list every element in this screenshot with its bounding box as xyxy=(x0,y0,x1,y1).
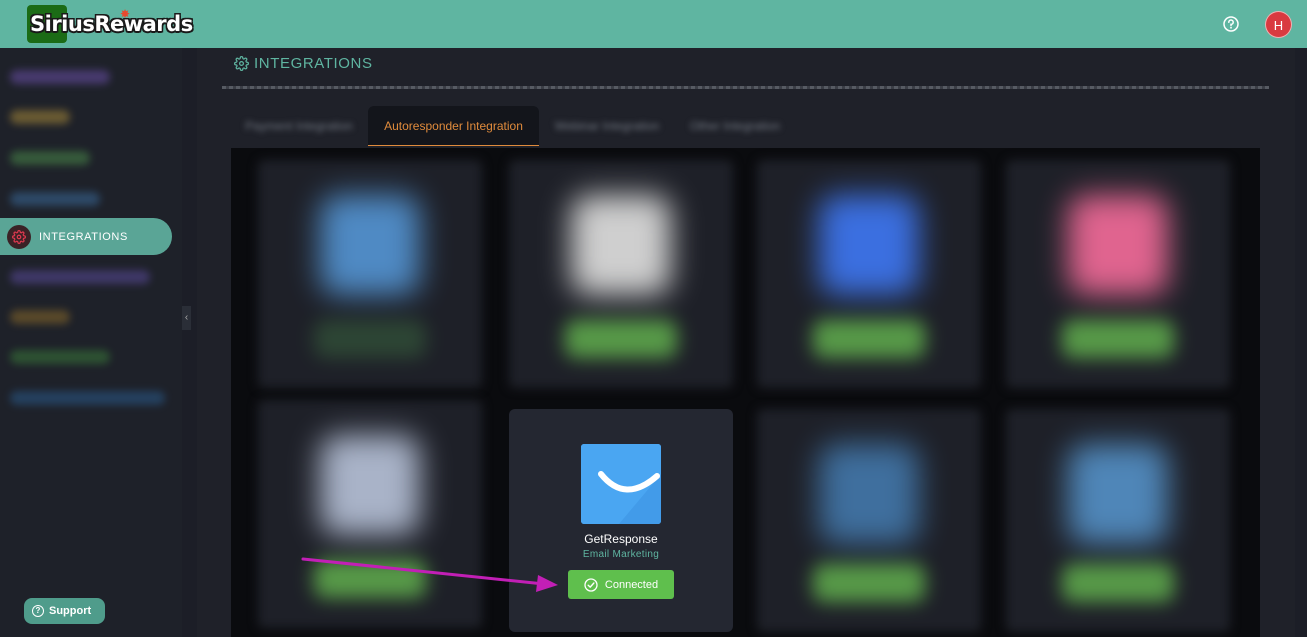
integration-logo xyxy=(1068,444,1168,544)
app-logo[interactable]: SiriusRewards ✸ xyxy=(27,5,193,43)
integration-button xyxy=(813,564,925,602)
tab-other[interactable]: Other Integration xyxy=(680,106,790,146)
page-title-text: INTEGRATIONS xyxy=(254,55,373,72)
integration-card-blurred[interactable] xyxy=(757,409,981,632)
sidebar: INTEGRATIONS ? Support xyxy=(0,48,182,637)
support-label: Support xyxy=(49,605,92,617)
integration-logo xyxy=(1068,195,1168,295)
integration-button xyxy=(813,320,925,358)
sidebar-item-blurred[interactable] xyxy=(10,70,110,84)
sidebar-item-blurred[interactable] xyxy=(10,151,90,165)
help-icon[interactable] xyxy=(1222,15,1240,33)
gear-icon xyxy=(234,56,249,71)
tab-payment[interactable]: Payment Integration xyxy=(236,106,362,146)
annotation-arrow xyxy=(301,557,558,592)
user-avatar[interactable]: H xyxy=(1265,11,1292,38)
sidebar-item-blurred[interactable] xyxy=(10,110,70,124)
tab-webinar[interactable]: Webinar Integration xyxy=(546,106,668,146)
integration-card-getresponse[interactable]: GetResponse Email Marketing Connected xyxy=(509,409,733,632)
integration-button xyxy=(1062,564,1174,602)
sidebar-item-blurred[interactable] xyxy=(10,270,150,284)
help-icon: ? xyxy=(32,605,44,617)
sidebar-item-blurred[interactable] xyxy=(10,350,110,364)
check-circle-icon xyxy=(584,577,598,592)
integration-card-blurred[interactable] xyxy=(258,400,482,628)
connected-label: Connected xyxy=(604,578,659,591)
integration-logo xyxy=(819,444,919,544)
integration-logo xyxy=(819,195,919,295)
logo-star-icon: ✸ xyxy=(120,7,131,21)
top-bar: SiriusRewards ✸ H xyxy=(0,0,1307,48)
integration-name: GetResponse xyxy=(584,532,658,546)
integration-logo xyxy=(571,195,671,295)
chevron-left-icon[interactable]: ‹ xyxy=(182,306,191,330)
integration-card-blurred[interactable] xyxy=(509,160,733,388)
logo-text: SiriusRewards xyxy=(30,12,193,36)
tab-autoresponder[interactable]: Autoresponder Integration xyxy=(368,106,539,146)
integration-card-blurred[interactable] xyxy=(1006,409,1230,632)
integration-logo xyxy=(320,195,420,295)
getresponse-logo xyxy=(581,444,661,524)
support-button[interactable]: ? Support xyxy=(24,598,105,624)
sidebar-item-integrations[interactable]: INTEGRATIONS xyxy=(0,218,172,255)
integration-button xyxy=(314,320,426,358)
sidebar-item-blurred[interactable] xyxy=(10,391,165,405)
integration-card-blurred[interactable] xyxy=(1006,160,1230,388)
sidebar-item-label: INTEGRATIONS xyxy=(39,230,128,243)
integration-card-blurred[interactable] xyxy=(757,160,981,388)
integration-button xyxy=(565,320,677,358)
integration-card-blurred[interactable] xyxy=(258,160,482,388)
integration-button xyxy=(1062,320,1174,358)
page-title: INTEGRATIONS xyxy=(234,55,373,72)
sidebar-item-blurred[interactable] xyxy=(10,192,100,206)
sidebar-item-blurred[interactable] xyxy=(10,310,70,324)
connected-button[interactable]: Connected xyxy=(568,570,674,599)
gear-icon xyxy=(7,224,31,249)
title-divider xyxy=(222,86,1269,89)
integration-logo xyxy=(320,435,420,535)
